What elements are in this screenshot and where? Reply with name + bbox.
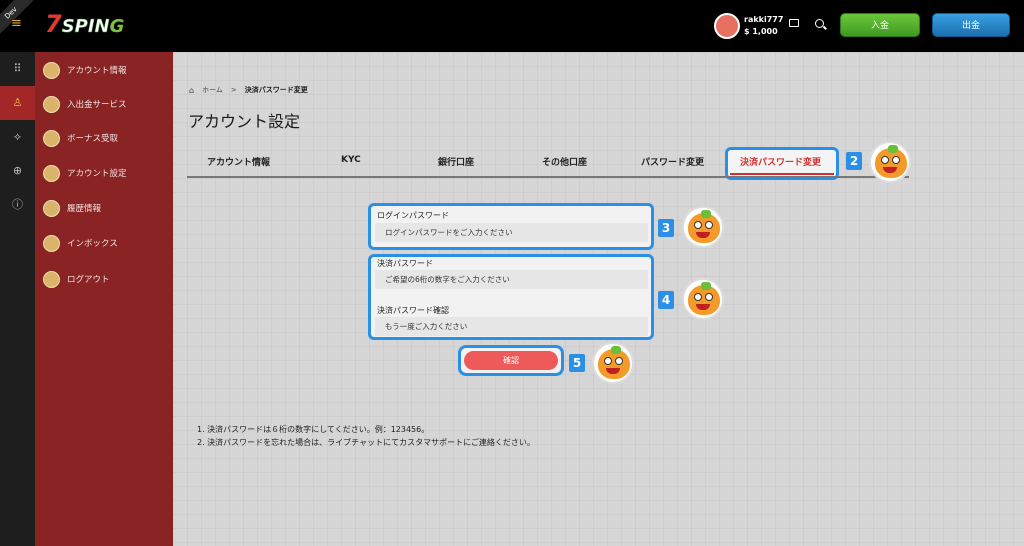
history-icon [43, 199, 60, 217]
user-icon[interactable]: ♙ [0, 86, 35, 120]
sidebar-item-label: インボックス [67, 239, 118, 249]
account-info-icon [43, 61, 60, 79]
sidebar-item-label: 履歴情報 [67, 204, 102, 214]
breadcrumb-separator: > [230, 86, 237, 94]
sidebar-item-account-info[interactable]: アカウント情報 [43, 59, 171, 81]
sidebar-item-deposit-withdraw[interactable]: 入出金サービス [43, 93, 171, 115]
mascot-image [682, 278, 724, 320]
bonus-icon [43, 129, 60, 147]
inbox-icon [43, 234, 60, 252]
tab-other-account[interactable]: その他口座 [542, 155, 587, 168]
step-badge-4: 4 [658, 291, 674, 309]
top-header: Dev ≡ 7SPING rakki777 $ 1,000 入金 出金 [0, 0, 1024, 52]
logout-icon [43, 270, 60, 288]
active-tab-underline [730, 173, 834, 175]
sidebar-item-label: アカウント設定 [67, 169, 127, 179]
logo-text-seven: 7 [45, 10, 62, 38]
step-badge-2: 2 [846, 152, 862, 170]
main-content: ⌂ ホーム > 決済パスワード変更 アカウント設定 アカウント情報 KYC 銀行… [173, 52, 1024, 546]
avatar[interactable] [714, 13, 740, 39]
mascot-image [869, 141, 911, 183]
tab-payment-password-change[interactable]: 決済パスワード変更 [740, 155, 821, 168]
logo-text-spin: SPIN [61, 16, 110, 38]
step-badge-3: 3 [658, 219, 674, 237]
sidebar-item-logout[interactable]: ログアウト [43, 268, 171, 290]
sidebar-item-history[interactable]: 履歴情報 [43, 197, 171, 219]
breadcrumb: ⌂ ホーム > 決済パスワード変更 [189, 85, 308, 95]
page-title: アカウント設定 [188, 112, 301, 131]
icon-rail: ⠿ ♙ ⟡ ⊕ ⓘ [0, 52, 35, 546]
home-icon[interactable]: ⌂ [189, 86, 194, 95]
step-badge-5: 5 [569, 354, 585, 372]
globe-icon[interactable]: ⊕ [0, 154, 35, 188]
username: rakki777 [744, 15, 784, 24]
tab-kyc[interactable]: KYC [341, 155, 361, 165]
mail-icon[interactable] [789, 19, 799, 27]
withdraw-button[interactable]: 出金 [932, 13, 1010, 37]
sidebar-item-label: ログアウト [67, 275, 110, 285]
note-item: 1. 決済パスワードは６桁の数字にしてください。例：123456。 [197, 425, 430, 434]
balance: $ 1,000 [744, 27, 778, 36]
breadcrumb-home[interactable]: ホーム [202, 85, 223, 95]
tab-bank-account[interactable]: 銀行口座 [438, 155, 474, 168]
tab-account-info[interactable]: アカウント情報 [207, 155, 270, 168]
mascot-image [592, 342, 634, 384]
login-password-input[interactable]: ログインパスワードをご入力ください [375, 223, 648, 242]
login-password-label: ログインパスワード [377, 211, 449, 220]
logo-text-g: G [109, 16, 125, 37]
payment-password-input[interactable]: ご希望の6桁の数字をご入力ください [375, 270, 648, 289]
logo[interactable]: 7SPING [45, 10, 124, 40]
deposit-withdraw-icon [43, 95, 60, 113]
info-icon[interactable]: ⓘ [0, 188, 35, 222]
menu-icon[interactable]: ≡ [11, 16, 25, 34]
sidebar-item-bonus[interactable]: ボーナス受取 [43, 127, 171, 149]
share-icon[interactable]: ⟡ [0, 120, 35, 154]
mascot-image [682, 206, 724, 248]
sidebar-item-label: アカウント情報 [67, 66, 127, 76]
confirm-button[interactable]: 確認 [464, 351, 558, 370]
deposit-button[interactable]: 入金 [840, 13, 920, 37]
payment-password-confirm-input[interactable]: もう一度ご入力ください [375, 317, 648, 336]
sidebar-item-account-settings[interactable]: アカウント設定 [43, 162, 171, 184]
breadcrumb-current: 決済パスワード変更 [244, 86, 308, 94]
sidebar-item-label: ボーナス受取 [67, 134, 119, 144]
tab-password-change[interactable]: パスワード変更 [641, 155, 704, 168]
sidebar-item-inbox[interactable]: インボックス [43, 232, 171, 254]
grid-icon[interactable]: ⠿ [0, 52, 35, 86]
sidebar: アカウント情報 入出金サービス ボーナス受取 アカウント設定 履歴情報 インボッ… [35, 52, 173, 546]
notes: 1. 決済パスワードは６桁の数字にしてください。例：123456。 2. 決済パ… [197, 423, 535, 449]
settings-icon [43, 164, 60, 182]
note-item: 2. 決済パスワードを忘れた場合は、ライブチャットにてカスタマサポートにご連絡く… [197, 438, 535, 447]
payment-password-label: 決済パスワード [377, 259, 433, 268]
payment-password-confirm-label: 決済パスワード確認 [377, 306, 449, 315]
sidebar-item-label: 入出金サービス [67, 100, 127, 110]
search-icon[interactable] [815, 19, 824, 28]
